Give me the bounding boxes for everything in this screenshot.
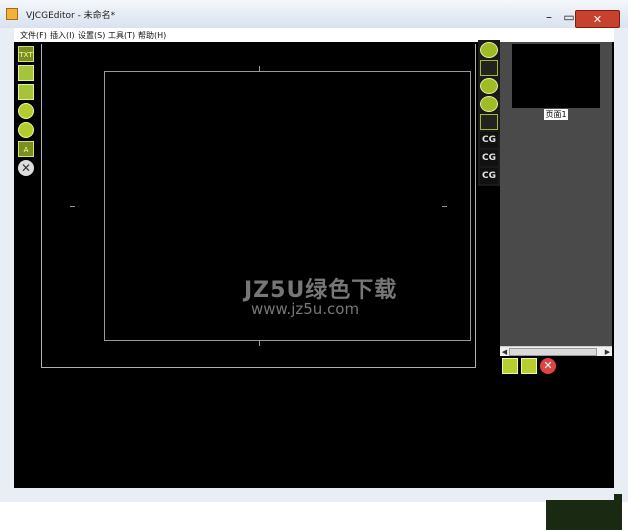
close-tool-icon[interactable]: ✕ xyxy=(18,160,34,176)
menu-file[interactable]: 文件(F) xyxy=(20,30,47,41)
menu-tools[interactable]: 工具(T) xyxy=(108,30,135,41)
app-window: VJCGEditor - 未命名* – ▭ ✕ 文件(F) 插入(I) 设置(S… xyxy=(0,0,628,530)
edit-page-icon[interactable] xyxy=(521,358,537,374)
center-icon[interactable] xyxy=(480,42,498,58)
watermark-line2: www.jz5u.com xyxy=(251,300,360,318)
canvas-tick-top xyxy=(259,66,260,71)
layer-tool-icon[interactable] xyxy=(18,84,34,100)
page-label: 页面1 xyxy=(544,109,568,120)
text-tool-icon[interactable]: TXT xyxy=(18,46,34,62)
canvas-tick-left xyxy=(70,206,75,207)
zoom-out-icon[interactable] xyxy=(480,96,498,112)
circle-tool-icon[interactable] xyxy=(18,103,34,119)
canvas-tick-right xyxy=(442,206,447,207)
pages-panel: 页面1 ◀ ▶ xyxy=(500,42,612,357)
title-bar: VJCGEditor - 未命名* – ▭ ✕ xyxy=(0,0,628,28)
cg-delete-icon[interactable]: CG xyxy=(480,168,498,184)
right-toolbar: CG CG CG xyxy=(478,40,500,186)
ellipse-tool-icon[interactable] xyxy=(18,122,34,138)
scroll-thumb[interactable] xyxy=(509,348,597,356)
status-bar xyxy=(14,488,614,500)
menu-settings[interactable]: 设置(S) xyxy=(78,30,105,41)
film-icon[interactable] xyxy=(480,60,498,76)
delete-page-icon[interactable]: ✕ xyxy=(540,358,556,374)
zoom-in-icon[interactable] xyxy=(480,78,498,94)
cg-up-icon[interactable]: CG xyxy=(480,150,498,166)
minimize-button[interactable]: – xyxy=(540,10,558,24)
canvas-tick-bottom xyxy=(259,341,260,346)
menu-help[interactable]: 帮助(H) xyxy=(138,30,166,41)
window-title: VJCGEditor - 未命名* xyxy=(26,11,116,21)
menu-bar: 文件(F) 插入(I) 设置(S) 工具(T) 帮助(H) xyxy=(14,28,614,42)
page-thumbnail[interactable] xyxy=(512,44,600,108)
pages-actions: ✕ xyxy=(500,356,612,376)
left-toolbar: TXT A ✕ xyxy=(18,44,36,179)
film-tool-icon[interactable]: A xyxy=(18,141,34,157)
app-icon xyxy=(6,8,18,20)
menu-insert[interactable]: 插入(I) xyxy=(50,30,75,41)
image-tool-icon[interactable] xyxy=(18,65,34,81)
watermark-line1: JZ5U绿色下载 xyxy=(244,278,398,303)
canvas-area[interactable] xyxy=(41,44,476,368)
pointer-icon[interactable] xyxy=(480,114,498,130)
add-page-icon[interactable] xyxy=(502,358,518,374)
cg-edit-icon[interactable]: CG xyxy=(480,132,498,148)
close-button[interactable]: ✕ xyxy=(575,10,620,28)
